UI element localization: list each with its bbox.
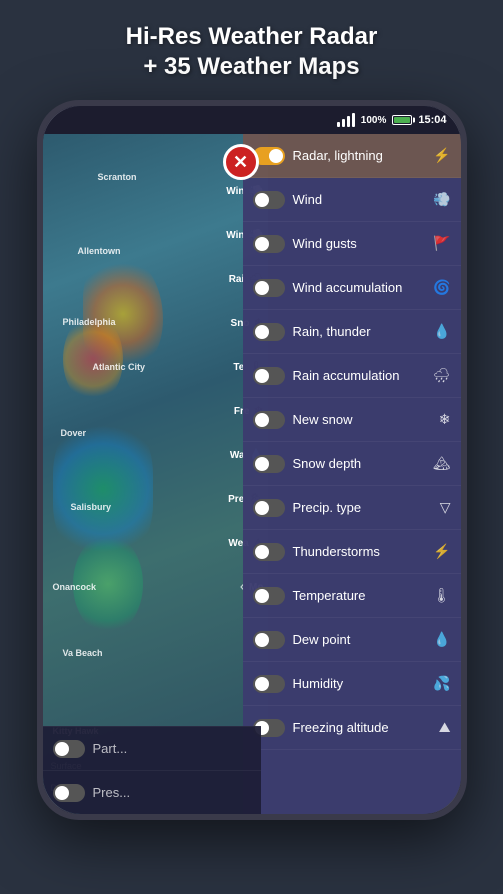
label-wind-accumulation: Wind accumulation — [293, 280, 426, 295]
city-salisbury: Salisbury — [71, 502, 112, 512]
toggle-rain-thunder[interactable] — [253, 323, 285, 341]
label-temperature: Temperature — [293, 588, 425, 603]
icon-precip-type: ▽ — [440, 499, 451, 516]
weather-item-dew-point[interactable]: Dew point 💧 — [243, 618, 461, 662]
signal-icon — [337, 113, 355, 127]
icon-humidity: 💦 — [433, 675, 450, 692]
label-dew-point: Dew point — [293, 632, 426, 647]
phone-shell: 100% 15:04 Scranton Allentown Philadelph… — [37, 100, 467, 820]
toggle-temperature[interactable] — [253, 587, 285, 605]
label-rain-accumulation: Rain accumulation — [293, 368, 425, 383]
close-icon: ✕ — [233, 152, 248, 173]
map-area: Scranton Allentown Philadelphia Atlantic… — [43, 134, 268, 814]
city-atlantic: Atlantic City — [93, 362, 146, 372]
bottom-partial-items: Part... Pres... — [43, 726, 261, 814]
toggle-snow-depth[interactable] — [253, 455, 285, 473]
city-allentown: Allentown — [78, 246, 121, 256]
label-rain-thunder: Rain, thunder — [293, 324, 426, 339]
toggle-new-snow[interactable] — [253, 411, 285, 429]
toggle-wind-gusts[interactable] — [253, 235, 285, 253]
weather-item-wind-gusts[interactable]: Wind gusts 🚩 — [243, 222, 461, 266]
weather-item-temperature[interactable]: Temperature 🌡 — [243, 574, 461, 618]
city-scranton: Scranton — [98, 172, 137, 182]
weather-item-radar-lightning[interactable]: Radar, lightning ⚡ — [243, 134, 461, 178]
toggle-rain-accumulation[interactable] — [253, 367, 285, 385]
toggle-precip-type[interactable] — [253, 499, 285, 517]
toggle-wind-accumulation[interactable] — [253, 279, 285, 297]
weather-item-humidity[interactable]: Humidity 💦 — [243, 662, 461, 706]
toggle-wind[interactable] — [253, 191, 285, 209]
label-precip-type: Precip. type — [293, 500, 432, 515]
city-dover: Dover — [61, 428, 87, 438]
weather-item-rain-accumulation[interactable]: Rain accumulation 🌧 — [243, 354, 461, 398]
icon-new-snow: ❄ — [439, 411, 451, 428]
phone-screen: 100% 15:04 Scranton Allentown Philadelph… — [43, 106, 461, 814]
toggle-dew-point[interactable] — [253, 631, 285, 649]
close-button[interactable]: ✕ — [223, 144, 259, 180]
label-wind: Wind — [293, 192, 426, 207]
header-title: Hi-Res Weather Radar + 35 Weather Maps — [30, 22, 473, 82]
label-wind-gusts: Wind gusts — [293, 236, 426, 251]
icon-rain-accumulation: 🌧 — [433, 367, 451, 384]
icon-thunderstorms: ⚡ — [433, 543, 450, 560]
status-bar: 100% 15:04 — [43, 106, 461, 134]
icon-snow-depth: 🏔 — [433, 455, 451, 472]
toggle-humidity[interactable] — [253, 675, 285, 693]
icon-freezing-altitude: ⛰ — [439, 719, 451, 736]
weather-panel: Radar, lightning ⚡ Wind 💨 Wind gusts 🚩 W… — [243, 134, 461, 814]
toggle-part[interactable] — [53, 740, 85, 758]
icon-rain-thunder: 💧 — [433, 323, 450, 340]
header-area: Hi-Res Weather Radar + 35 Weather Maps — [0, 0, 503, 100]
label-snow-depth: Snow depth — [293, 456, 425, 471]
city-onancock: Onancock — [53, 582, 97, 592]
partial-item-pres[interactable]: Pres... — [43, 770, 261, 814]
weather-item-new-snow[interactable]: New snow ❄ — [243, 398, 461, 442]
weather-item-rain-thunder[interactable]: Rain, thunder 💧 — [243, 310, 461, 354]
toggle-pres[interactable] — [53, 784, 85, 802]
partial-item-part[interactable]: Part... — [43, 726, 261, 770]
city-vabeach: Va Beach — [63, 648, 103, 658]
weather-item-freezing-altitude[interactable]: Freezing altitude ⛰ — [243, 706, 461, 750]
weather-item-snow-depth[interactable]: Snow depth 🏔 — [243, 442, 461, 486]
icon-wind: 💨 — [433, 191, 450, 208]
battery-pct: 100% — [361, 115, 387, 126]
icon-wind-gusts: 🚩 — [433, 235, 450, 252]
status-time: 15:04 — [418, 114, 446, 126]
icon-radar-lightning: ⚡ — [433, 147, 450, 164]
label-pres: Pres... — [93, 785, 131, 800]
weather-item-precip-type[interactable]: Precip. type ▽ — [243, 486, 461, 530]
weather-item-thunderstorms[interactable]: Thunderstorms ⚡ — [243, 530, 461, 574]
label-humidity: Humidity — [293, 676, 426, 691]
icon-dew-point: 💧 — [433, 631, 450, 648]
toggle-thunderstorms[interactable] — [253, 543, 285, 561]
weather-item-wind[interactable]: Wind 💨 — [243, 178, 461, 222]
label-thunderstorms: Thunderstorms — [293, 544, 426, 559]
label-radar-lightning: Radar, lightning — [293, 148, 426, 163]
weather-item-wind-accumulation[interactable]: Wind accumulation 🌀 — [243, 266, 461, 310]
label-part: Part... — [93, 741, 128, 756]
label-new-snow: New snow — [293, 412, 431, 427]
city-philadelphia: Philadelphia — [63, 317, 116, 327]
icon-wind-accumulation: 🌀 — [433, 279, 450, 296]
icon-temperature: 🌡 — [433, 587, 451, 604]
battery-icon — [392, 115, 412, 125]
label-freezing-altitude: Freezing altitude — [293, 720, 431, 735]
